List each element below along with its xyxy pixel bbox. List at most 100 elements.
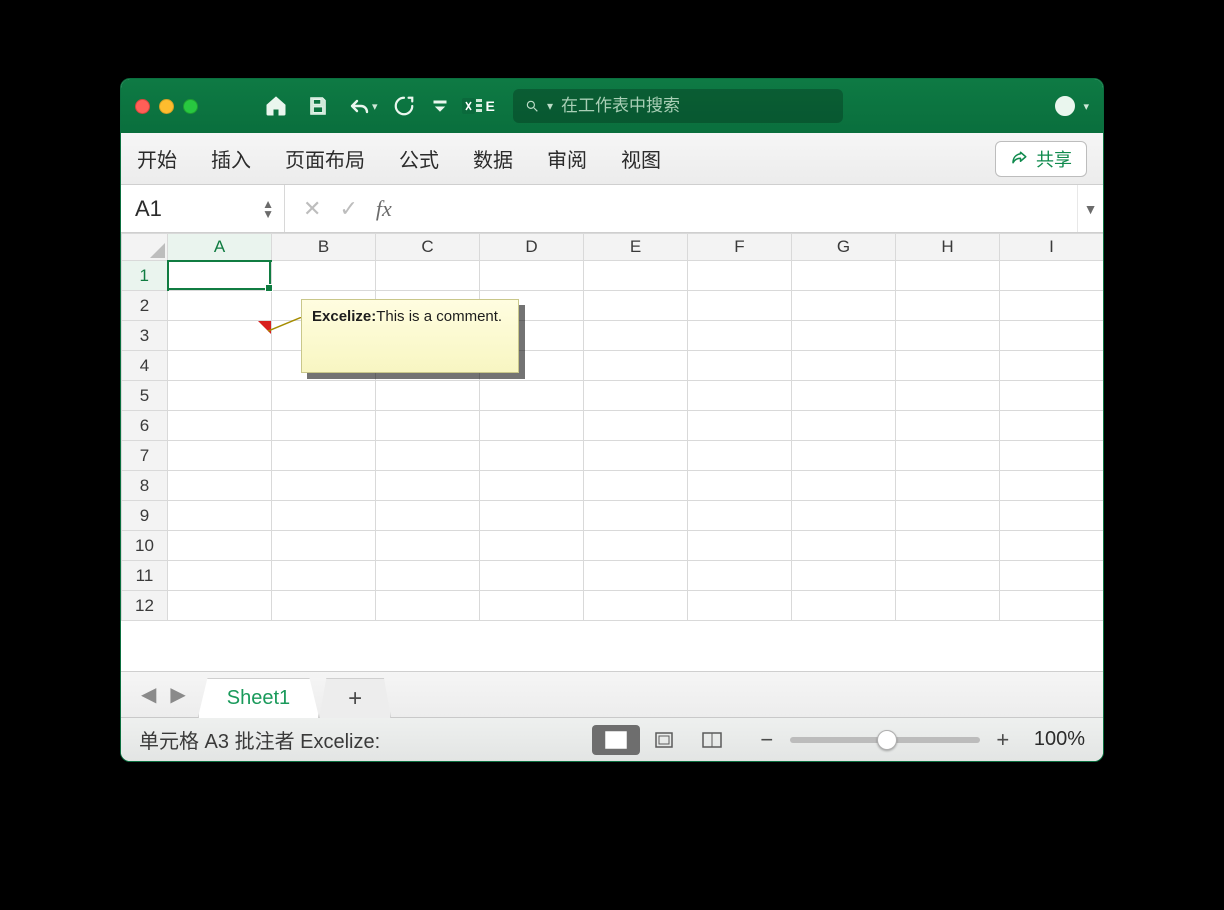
cell-F5[interactable]	[688, 381, 792, 411]
row-header-10[interactable]: 10	[122, 531, 168, 561]
zoom-slider[interactable]	[790, 737, 980, 743]
cell-E12[interactable]	[584, 591, 688, 621]
cell-E5[interactable]	[584, 381, 688, 411]
cell-D1[interactable]	[480, 261, 584, 291]
ribbon-tab-data[interactable]: 数据	[473, 144, 513, 173]
cell-E4[interactable]	[584, 351, 688, 381]
cell-I6[interactable]	[1000, 411, 1104, 441]
ribbon-tab-page-layout[interactable]: 页面布局	[285, 144, 365, 173]
cell-I9[interactable]	[1000, 501, 1104, 531]
row-header-9[interactable]: 9	[122, 501, 168, 531]
cell-E8[interactable]	[584, 471, 688, 501]
cell-D9[interactable]	[480, 501, 584, 531]
ribbon-tab-home[interactable]: 开始	[137, 144, 177, 173]
cell-H7[interactable]	[896, 441, 1000, 471]
cell-G9[interactable]	[792, 501, 896, 531]
search-box[interactable]: ▾	[513, 89, 843, 123]
zoom-slider-knob[interactable]	[877, 730, 897, 750]
cell-I12[interactable]	[1000, 591, 1104, 621]
cell-B12[interactable]	[272, 591, 376, 621]
name-box-stepper[interactable]: ▲▼	[262, 199, 274, 219]
cell-F11[interactable]	[688, 561, 792, 591]
cell-D12[interactable]	[480, 591, 584, 621]
cell-B5[interactable]	[272, 381, 376, 411]
cell-E10[interactable]	[584, 531, 688, 561]
cell-G2[interactable]	[792, 291, 896, 321]
col-header-D[interactable]: D	[480, 234, 584, 261]
cell-C12[interactable]	[376, 591, 480, 621]
cell-G1[interactable]	[792, 261, 896, 291]
cell-B8[interactable]	[272, 471, 376, 501]
cell-F1[interactable]	[688, 261, 792, 291]
close-window-button[interactable]	[135, 99, 150, 114]
row-header-6[interactable]: 6	[122, 411, 168, 441]
fx-icon[interactable]: fx	[376, 196, 392, 222]
col-header-E[interactable]: E	[584, 234, 688, 261]
cell-E6[interactable]	[584, 411, 688, 441]
comment-popup[interactable]: Excelize:This is a comment.	[301, 299, 519, 373]
cell-H8[interactable]	[896, 471, 1000, 501]
formula-bar-expand-icon[interactable]: ▼	[1077, 185, 1103, 232]
cell-B10[interactable]	[272, 531, 376, 561]
cell-A11[interactable]	[168, 561, 272, 591]
cell-F8[interactable]	[688, 471, 792, 501]
cell-H6[interactable]	[896, 411, 1000, 441]
sheet-nav-prev-icon[interactable]: ◀	[141, 682, 156, 707]
cell-G6[interactable]	[792, 411, 896, 441]
cell-G4[interactable]	[792, 351, 896, 381]
formula-input[interactable]	[410, 185, 1077, 232]
cell-A5[interactable]	[168, 381, 272, 411]
maximize-window-button[interactable]	[183, 99, 198, 114]
cell-B11[interactable]	[272, 561, 376, 591]
home-icon[interactable]	[260, 90, 292, 122]
cell-H11[interactable]	[896, 561, 1000, 591]
view-page-break-button[interactable]	[688, 725, 736, 755]
cell-D8[interactable]	[480, 471, 584, 501]
cell-H3[interactable]	[896, 321, 1000, 351]
minimize-window-button[interactable]	[159, 99, 174, 114]
sheet-tab-active[interactable]: Sheet1	[198, 678, 319, 718]
cell-H12[interactable]	[896, 591, 1000, 621]
select-all-corner[interactable]	[122, 234, 168, 261]
cell-D5[interactable]	[480, 381, 584, 411]
cell-A7[interactable]	[168, 441, 272, 471]
cell-H4[interactable]	[896, 351, 1000, 381]
quick-access-customize-icon[interactable]	[430, 90, 450, 122]
cell-E11[interactable]	[584, 561, 688, 591]
cell-I11[interactable]	[1000, 561, 1104, 591]
cell-I10[interactable]	[1000, 531, 1104, 561]
cell-C6[interactable]	[376, 411, 480, 441]
cell-C10[interactable]	[376, 531, 480, 561]
ribbon-tab-formulas[interactable]: 公式	[399, 144, 439, 173]
cell-G12[interactable]	[792, 591, 896, 621]
name-box[interactable]: A1 ▲▼	[121, 185, 285, 232]
cell-C8[interactable]	[376, 471, 480, 501]
save-icon[interactable]	[302, 90, 334, 122]
col-header-F[interactable]: F	[688, 234, 792, 261]
undo-dropdown-icon[interactable]: ▾	[372, 100, 378, 113]
row-header-7[interactable]: 7	[122, 441, 168, 471]
cell-G7[interactable]	[792, 441, 896, 471]
row-header-2[interactable]: 2	[122, 291, 168, 321]
cell-E2[interactable]	[584, 291, 688, 321]
cell-I1[interactable]	[1000, 261, 1104, 291]
cell-G5[interactable]	[792, 381, 896, 411]
cell-F2[interactable]	[688, 291, 792, 321]
cell-C9[interactable]	[376, 501, 480, 531]
cell-I4[interactable]	[1000, 351, 1104, 381]
view-page-layout-button[interactable]	[640, 725, 688, 755]
cell-D11[interactable]	[480, 561, 584, 591]
sheet-nav-next-icon[interactable]: ▶	[170, 682, 185, 707]
cell-G11[interactable]	[792, 561, 896, 591]
cell-H1[interactable]	[896, 261, 1000, 291]
search-input[interactable]	[561, 96, 831, 116]
row-header-4[interactable]: 4	[122, 351, 168, 381]
emoji-icon[interactable]	[1049, 90, 1081, 122]
cell-A6[interactable]	[168, 411, 272, 441]
emoji-dropdown-icon[interactable]: ▾	[1083, 100, 1089, 113]
accept-formula-icon[interactable]: ✓	[339, 196, 357, 222]
search-dropdown-icon[interactable]: ▾	[547, 99, 553, 113]
cell-F4[interactable]	[688, 351, 792, 381]
col-header-C[interactable]: C	[376, 234, 480, 261]
ribbon-tab-review[interactable]: 审阅	[547, 144, 587, 173]
